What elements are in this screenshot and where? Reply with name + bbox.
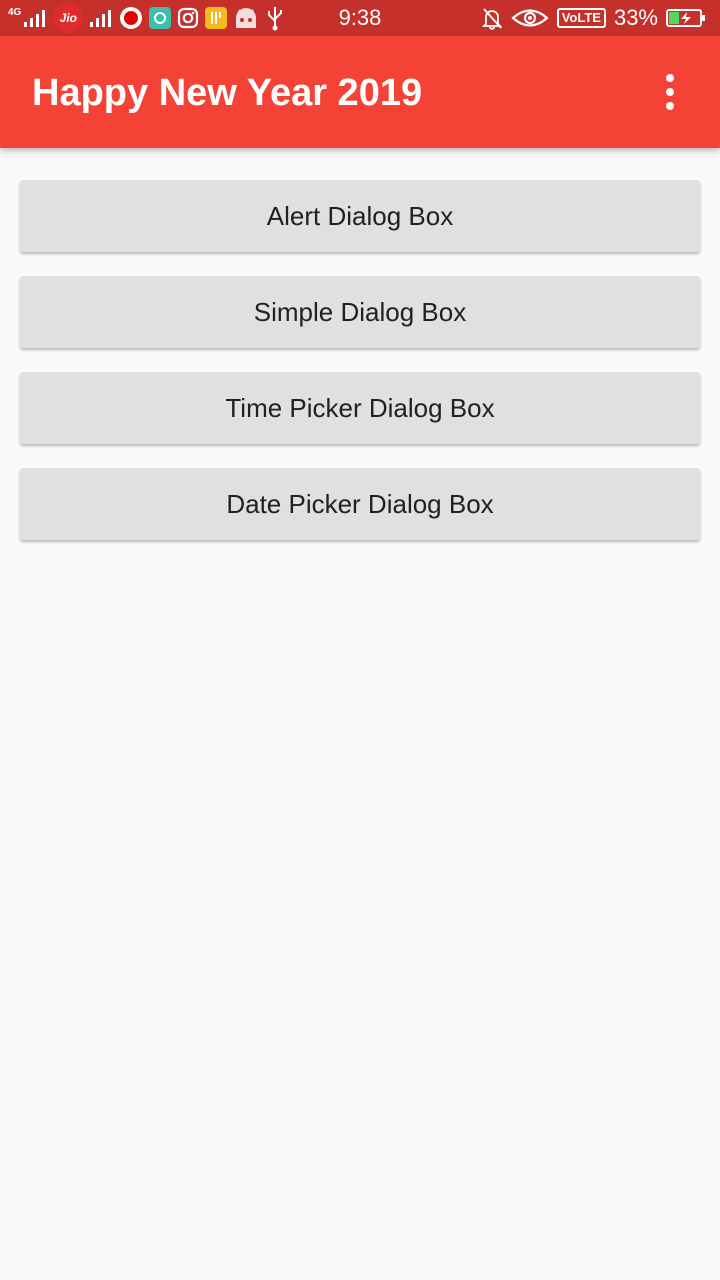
menu-dot [666,74,674,82]
jio-icon: Jio [53,3,84,33]
chat-app-icon [149,7,172,29]
app-bar: Happy New Year 2019 [0,36,720,148]
usb-icon [268,7,283,31]
network-type-label: 4G [8,7,22,18]
battery-percent: 33% [613,5,658,30]
date-picker-dialog-button[interactable]: Date Picker Dialog Box [20,468,700,540]
menu-dot [666,102,674,110]
app-bar-title: Happy New Year 2019 [32,72,423,114]
signal-icon [90,10,112,27]
battery-charging-icon [666,9,705,27]
status-bar-right-icons: VoLTE 33% [481,0,706,36]
status-bar-left-icons: 4G Jio [8,0,285,36]
alert-dialog-button[interactable]: Alert Dialog Box [20,180,700,252]
eye-icon [511,9,549,27]
volte-icon: VoLTE [556,8,606,28]
food-app-icon [205,7,228,29]
simple-dialog-button[interactable]: Simple Dialog Box [20,276,700,348]
android-icon [236,8,257,28]
signal-icon [24,10,46,27]
menu-dot [666,88,674,96]
time-picker-dialog-button[interactable]: Time Picker Dialog Box [20,372,700,444]
vodafone-icon [120,7,143,29]
more-vert-icon[interactable] [650,72,690,112]
instagram-icon [178,7,199,29]
bell-off-icon [481,8,502,30]
status-bar: 4G Jio 9:38 VoLTE 33% [0,0,720,36]
